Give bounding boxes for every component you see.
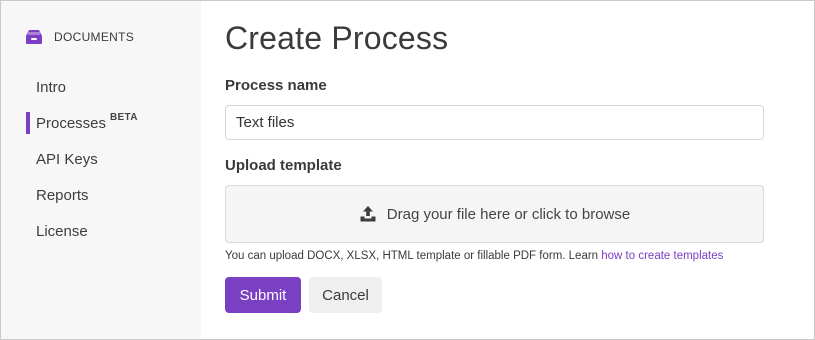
upload-hint: You can upload DOCX, XLSX, HTML template…	[225, 250, 723, 262]
app-window: DOCUMENTS Intro Processes BETA API Keys …	[0, 0, 815, 340]
sidebar-nav: Intro Processes BETA API Keys Reports Li…	[1, 69, 201, 249]
sidebar-item-api-keys[interactable]: API Keys	[1, 141, 201, 177]
sidebar-item-reports[interactable]: Reports	[1, 177, 201, 213]
sidebar-item-license[interactable]: License	[1, 213, 201, 249]
dropzone-text: Drag your file here or click to browse	[386, 205, 631, 223]
sidebar-item-label: Processes	[36, 114, 107, 132]
upload-icon	[359, 205, 377, 223]
submit-button[interactable]: Submit	[225, 277, 301, 313]
beta-badge: BETA	[110, 111, 138, 123]
sidebar-item-label: Reports	[36, 186, 89, 204]
sidebar-item-label: API Keys	[36, 150, 98, 168]
process-name-input[interactable]	[225, 105, 764, 140]
sidebar: DOCUMENTS Intro Processes BETA API Keys …	[1, 1, 201, 339]
sidebar-item-intro[interactable]: Intro	[1, 69, 201, 105]
create-templates-link[interactable]: how to create templates	[601, 250, 723, 262]
sidebar-item-label: Intro	[36, 78, 67, 96]
upload-hint-text: You can upload DOCX, XLSX, HTML template…	[225, 250, 602, 262]
process-name-label: Process name	[225, 77, 327, 94]
brand[interactable]: DOCUMENTS	[1, 1, 201, 46]
sidebar-item-processes[interactable]: Processes BETA	[1, 105, 201, 141]
file-dropzone[interactable]: Drag your file here or click to browse	[225, 185, 764, 243]
page-title: Create Process	[225, 20, 449, 56]
cancel-button[interactable]: Cancel	[309, 277, 382, 313]
upload-template-label: Upload template	[225, 157, 342, 174]
sidebar-item-label: License	[36, 222, 88, 240]
main-content: Create Process Process name Upload templ…	[201, 1, 814, 339]
brand-label: DOCUMENTS	[54, 30, 135, 44]
inbox-tray-icon	[26, 30, 42, 44]
